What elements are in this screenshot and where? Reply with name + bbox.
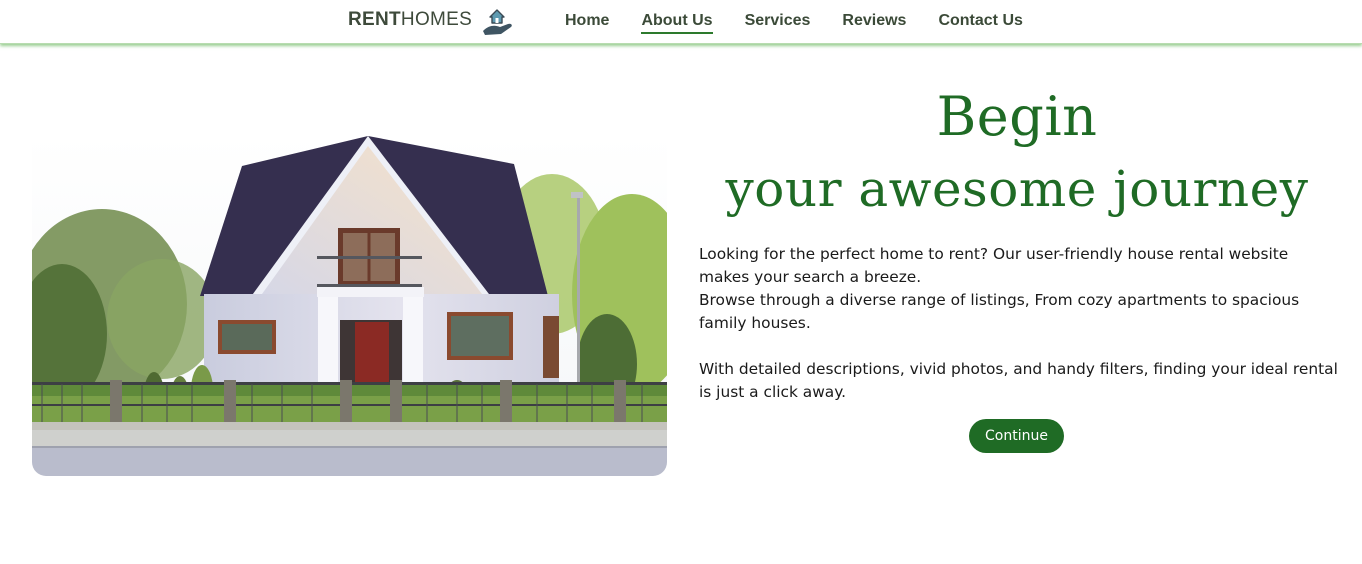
navbar: RENTHOMES Home About Us Services Reviews… [0, 0, 1362, 44]
main-nav: Home About Us Services Reviews Contact U… [565, 11, 1023, 34]
hero-title-line2: your awesome journey [725, 160, 1309, 218]
hero-paragraph-3: With detailed descriptions, vivid photos… [699, 360, 1338, 401]
hero-paragraph-2: Browse through a diverse range of listin… [699, 291, 1300, 332]
brand-name-bold: RENT [348, 9, 401, 30]
nav-about-us[interactable]: About Us [641, 11, 713, 34]
house-photo [32, 134, 667, 476]
brand-logo[interactable]: RENTHOMES [348, 4, 514, 36]
brand-name-light: HOMES [400, 9, 473, 30]
nav-reviews[interactable]: Reviews [842, 11, 906, 34]
house-in-hand-icon [483, 9, 512, 35]
nav-contact-us[interactable]: Contact Us [938, 11, 1022, 34]
brand-name: RENTHOMES [348, 9, 472, 31]
continue-button[interactable]: Continue [969, 419, 1064, 453]
nav-services[interactable]: Services [745, 11, 811, 34]
hero-house-image [32, 134, 667, 476]
hero-title-line1: Begin [936, 85, 1098, 148]
hero-description: Looking for the perfect home to rent? Ou… [699, 243, 1339, 404]
hero-title: Begin your awesome journey [700, 84, 1334, 228]
hero-paragraph-1: Looking for the perfect home to rent? Ou… [699, 245, 1289, 286]
nav-home[interactable]: Home [565, 11, 609, 34]
